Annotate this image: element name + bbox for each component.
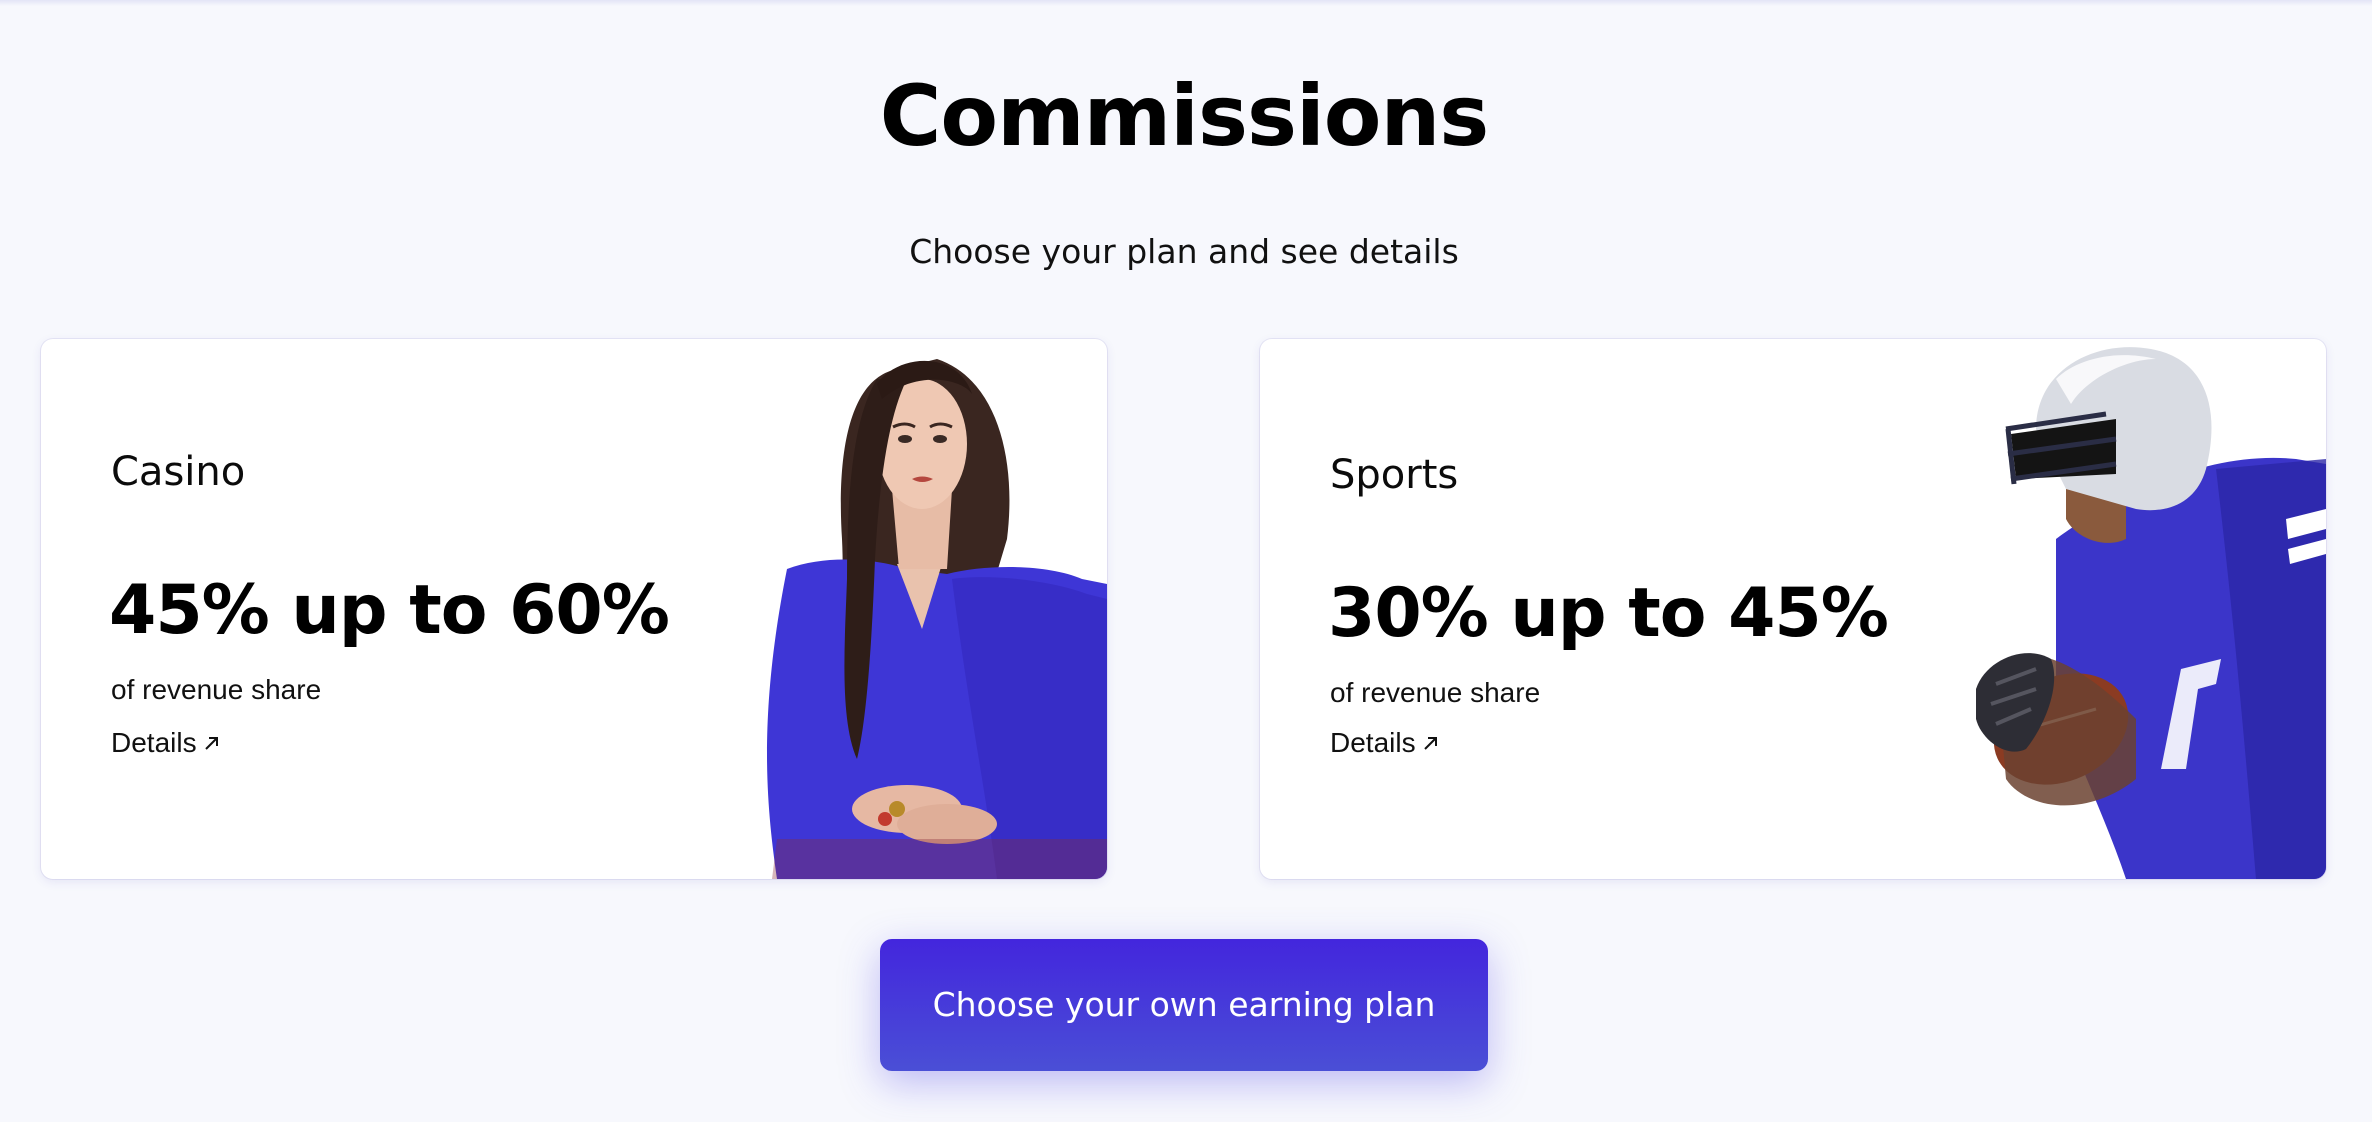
plan-name: Sports	[1330, 452, 1459, 498]
plan-card-sports: Sports 30% up to 45% of revenue share De…	[1260, 339, 2326, 879]
top-edge-shadow	[0, 0, 2372, 6]
plan-name: Casino	[111, 449, 246, 495]
details-link-label: Details	[1330, 727, 1416, 758]
arrow-up-right-icon	[203, 734, 221, 752]
plan-rate: 30% up to 45%	[1328, 574, 1889, 653]
plan-card-casino: Casino 45% up to 60% of revenue share De…	[41, 339, 1107, 879]
plan-description: of revenue share	[1330, 677, 1541, 708]
arrow-up-right-icon	[1422, 734, 1440, 752]
page-subtitle: Choose your plan and see details	[909, 232, 1459, 271]
details-link-casino[interactable]: Details	[111, 725, 221, 761]
plan-description: of revenue share	[111, 674, 322, 705]
casino-dealer-woman-image	[767, 359, 1107, 879]
details-link-label: Details	[111, 727, 197, 758]
page-title: Commissions	[879, 67, 1490, 165]
football-player-image	[1976, 347, 2326, 879]
plan-rate: 45% up to 60%	[109, 571, 670, 650]
details-link-sports[interactable]: Details	[1330, 725, 1440, 761]
choose-earning-plan-button[interactable]: Choose your own earning plan	[880, 939, 1488, 1071]
